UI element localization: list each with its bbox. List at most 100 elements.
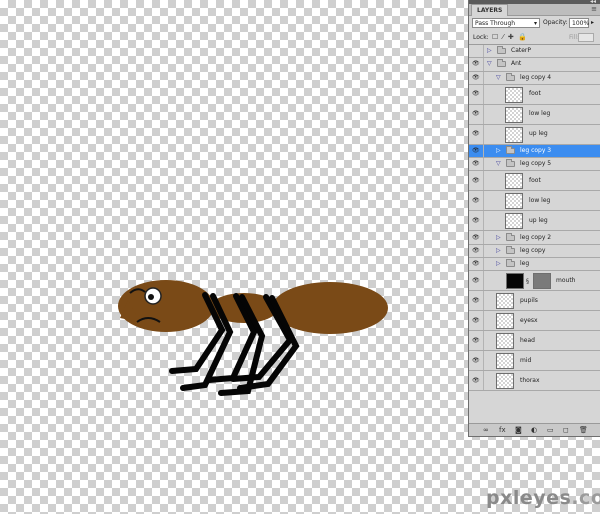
- blend-mode-value: Pass Through: [475, 20, 516, 27]
- visibility-toggle[interactable]: 👁: [469, 171, 484, 191]
- layer-row[interactable]: 👁 up leg: [469, 124, 600, 145]
- layer-list: ▷ CaterP 👁 ▽ Ant 👁 ▽ leg copy 4 👁 foot 👁 low leg 👁 up…: [469, 45, 600, 392]
- layers-panel: ◂◂ LAYERS ≡ Pass Through ▾ Opacity: 100%…: [468, 0, 600, 437]
- visibility-toggle[interactable]: 👁: [469, 158, 484, 171]
- layer-row[interactable]: 👁 thorax: [469, 371, 600, 392]
- layer-thumbnail[interactable]: [505, 193, 523, 210]
- blend-mode-select[interactable]: Pass Through ▾: [472, 18, 540, 28]
- ant-pupil-shape: [148, 294, 154, 300]
- visibility-toggle[interactable]: 👁: [469, 124, 484, 144]
- folder-icon: [506, 259, 515, 268]
- blend-row: Pass Through ▾ Opacity: 100% ▸: [469, 16, 600, 31]
- visibility-toggle[interactable]: [469, 45, 484, 58]
- add-mask-icon[interactable]: ◙: [515, 425, 522, 435]
- layer-thumbnail[interactable]: [505, 86, 523, 103]
- new-group-icon[interactable]: ▭: [547, 425, 554, 435]
- trash-icon[interactable]: 🗑: [579, 425, 588, 435]
- layer-row[interactable]: 👁 ▽ Ant: [469, 58, 600, 72]
- visibility-toggle[interactable]: 👁: [469, 211, 484, 231]
- folder-icon: [506, 72, 515, 81]
- layer-thumbnail[interactable]: [505, 106, 523, 123]
- layer-name: low leg: [529, 110, 551, 118]
- eye-icon: 👁: [472, 110, 480, 118]
- chain-link-icon[interactable]: §: [526, 278, 529, 285]
- visibility-toggle[interactable]: 👁: [469, 351, 484, 371]
- lock-options-icons[interactable]: ☐ ⁄ ✚ 🔒: [492, 33, 528, 41]
- chevron-down-icon: ▾: [533, 20, 537, 27]
- watermark: pxleyes.com: [486, 487, 600, 509]
- layer-row[interactable]: 👁 eyesx: [469, 311, 600, 332]
- layer-thumbnail[interactable]: [505, 126, 523, 143]
- triangle-right-icon[interactable]: ▷: [487, 47, 492, 55]
- layer-row[interactable]: 👁 ▽ leg copy 4: [469, 71, 600, 85]
- layer-row[interactable]: 👁 pupils: [469, 291, 600, 312]
- panel-menu-icon[interactable]: ≡: [591, 5, 597, 13]
- visibility-toggle[interactable]: 👁: [469, 291, 484, 311]
- layer-row[interactable]: 👁 ▷ leg copy 2: [469, 231, 600, 245]
- triangle-right-icon[interactable]: ▷: [496, 247, 501, 255]
- fill-input[interactable]: [578, 33, 594, 42]
- visibility-toggle[interactable]: 👁: [469, 311, 484, 331]
- layer-row[interactable]: 👁 mid: [469, 351, 600, 372]
- layer-name: low leg: [529, 196, 551, 204]
- visibility-toggle[interactable]: 👁: [469, 371, 484, 391]
- layer-thumbnail[interactable]: [496, 333, 514, 350]
- layer-name: leg copy 5: [520, 160, 552, 168]
- layer-row[interactable]: 👁 low leg: [469, 191, 600, 212]
- visibility-toggle[interactable]: 👁: [469, 271, 484, 291]
- layer-thumbnail[interactable]: [505, 173, 523, 190]
- visibility-toggle[interactable]: 👁: [469, 58, 484, 71]
- layer-row[interactable]: 👁 ▷ leg copy 3: [469, 144, 600, 159]
- layer-thumbnail[interactable]: [506, 273, 524, 290]
- triangle-right-icon[interactable]: ▷: [496, 260, 501, 268]
- opacity-slider-arrow-icon[interactable]: ▸: [591, 19, 594, 26]
- layer-row[interactable]: 👁 § mouth: [469, 271, 600, 292]
- mask-thumbnail[interactable]: [533, 273, 551, 290]
- visibility-toggle[interactable]: 👁: [469, 258, 484, 271]
- visibility-toggle[interactable]: 👁: [469, 231, 484, 244]
- triangle-right-icon[interactable]: ▷: [496, 234, 501, 242]
- layer-row[interactable]: 👁 low leg: [469, 104, 600, 125]
- layer-thumbnail[interactable]: [505, 213, 523, 230]
- visibility-toggle[interactable]: 👁: [469, 331, 484, 351]
- triangle-down-icon[interactable]: ▽: [487, 60, 492, 68]
- eye-icon: 👁: [472, 196, 480, 204]
- triangle-down-icon[interactable]: ▽: [496, 160, 501, 168]
- eye-icon: 👁: [472, 176, 480, 184]
- visibility-toggle[interactable]: 👁: [469, 84, 484, 104]
- adjustment-icon[interactable]: ◐: [531, 425, 537, 435]
- visibility-toggle[interactable]: 👁: [469, 244, 484, 258]
- layer-thumbnail[interactable]: [496, 373, 514, 390]
- fx-icon[interactable]: fx: [499, 425, 506, 435]
- opacity-input[interactable]: 100%: [569, 18, 589, 28]
- layer-row[interactable]: 👁 ▽ leg copy 5: [469, 158, 600, 172]
- eye-icon: 👁: [472, 276, 480, 284]
- layer-thumbnail[interactable]: [496, 313, 514, 330]
- layer-name: mouth: [556, 276, 576, 284]
- eye-icon: 👁: [472, 376, 480, 384]
- visibility-toggle[interactable]: 👁: [469, 104, 484, 124]
- layer-thumbnail[interactable]: [496, 353, 514, 370]
- layer-row[interactable]: 👁 head: [469, 331, 600, 352]
- layer-row[interactable]: 👁 foot: [469, 84, 600, 105]
- link-layers-icon[interactable]: ∞: [483, 425, 489, 435]
- layer-row[interactable]: ▷ CaterP: [469, 45, 600, 59]
- layer-name: leg: [520, 260, 530, 268]
- layer-row[interactable]: 👁 up leg: [469, 211, 600, 232]
- layer-row[interactable]: 👁 ▷ leg: [469, 258, 600, 272]
- tab-layers[interactable]: LAYERS: [471, 4, 509, 16]
- layer-thumbnail[interactable]: [496, 293, 514, 310]
- eye-icon: 👁: [472, 216, 480, 224]
- visibility-toggle[interactable]: 👁: [469, 144, 484, 158]
- layer-row[interactable]: 👁 ▷ leg copy: [469, 244, 600, 259]
- new-layer-icon[interactable]: ◻: [563, 425, 569, 435]
- folder-icon: [497, 46, 506, 55]
- folder-icon: [506, 159, 515, 168]
- eye-icon: 👁: [472, 60, 480, 68]
- layer-name: leg copy 3: [520, 147, 552, 155]
- triangle-right-icon[interactable]: ▷: [496, 147, 501, 155]
- layer-row[interactable]: 👁 foot: [469, 171, 600, 192]
- visibility-toggle[interactable]: 👁: [469, 191, 484, 211]
- triangle-down-icon[interactable]: ▽: [496, 74, 501, 82]
- visibility-toggle[interactable]: 👁: [469, 71, 484, 84]
